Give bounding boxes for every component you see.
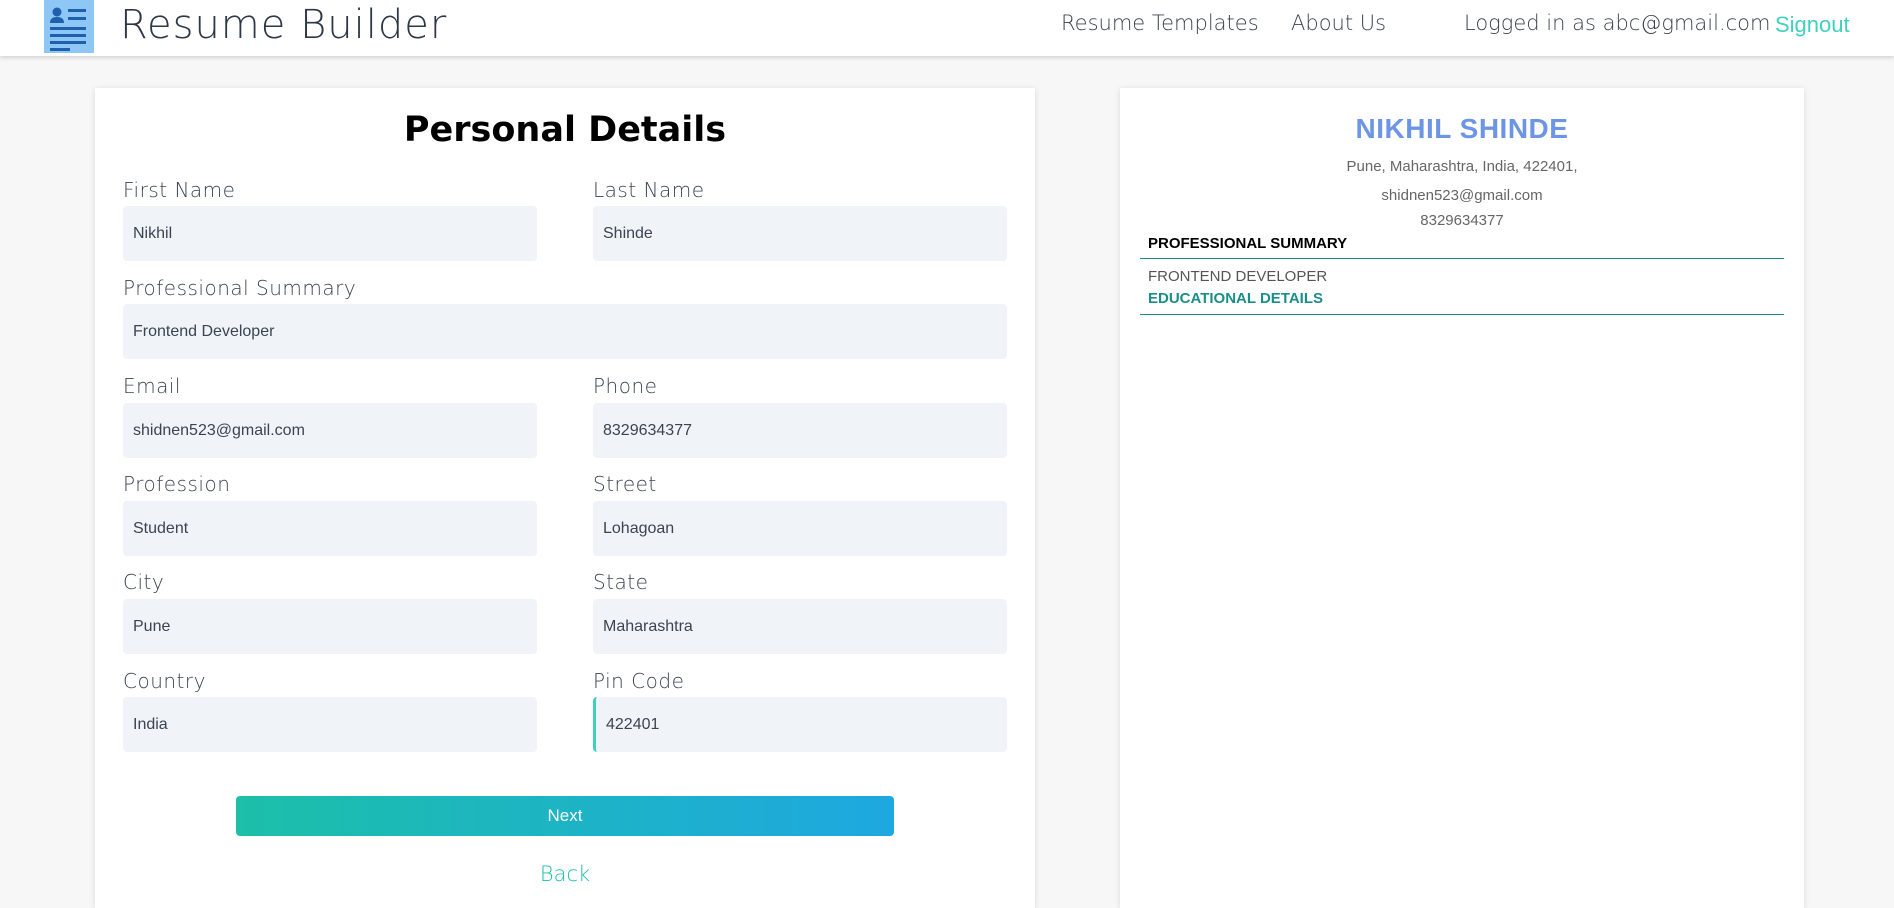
email-label: Email <box>123 374 181 398</box>
city-input[interactable] <box>123 599 537 654</box>
preview-summary-heading: PROFESSIONAL SUMMARY <box>1148 235 1348 252</box>
next-button[interactable]: Next <box>236 796 894 836</box>
preview-phone: 8329634377 <box>1420 212 1504 229</box>
phone-label: Phone <box>593 374 658 398</box>
last-name-label: Last Name <box>593 178 705 202</box>
nav-resume-templates[interactable]: Resume Templates <box>1061 11 1259 35</box>
last-name-input[interactable] <box>593 206 1007 261</box>
preview-summary-text: FRONTEND DEVELOPER <box>1148 268 1328 285</box>
pin-code-input[interactable] <box>593 697 1007 752</box>
resume-preview <box>1120 88 1804 908</box>
preview-divider <box>1140 258 1784 259</box>
email-input[interactable] <box>123 403 537 458</box>
city-label: City <box>123 570 165 594</box>
street-label: Street <box>593 472 657 496</box>
preview-education-heading: EDUCATIONAL DETAILS <box>1148 290 1323 307</box>
country-input[interactable] <box>123 697 537 752</box>
preview-address: Pune, Maharashtra, India, 422401, <box>1346 158 1578 175</box>
preview-divider <box>1140 314 1784 315</box>
signout-link[interactable]: Signout <box>1775 12 1850 38</box>
resume-document-icon[interactable] <box>44 0 94 53</box>
first-name-label: First Name <box>123 178 236 202</box>
form-title: Personal Details <box>403 110 727 150</box>
back-link[interactable]: Back <box>0 862 1130 886</box>
top-navbar: Resume Builder Resume Templates About Us… <box>0 0 1894 56</box>
state-label: State <box>593 570 649 594</box>
brand-title[interactable]: Resume Builder <box>120 2 447 48</box>
country-label: Country <box>123 669 206 693</box>
nav-about-us[interactable]: About Us <box>1291 11 1386 35</box>
first-name-input[interactable] <box>123 206 537 261</box>
preview-email: shidnen523@gmail.com <box>1381 187 1543 204</box>
summary-label: Professional Summary <box>123 276 357 300</box>
profession-label: Profession <box>123 472 231 496</box>
state-input[interactable] <box>593 599 1007 654</box>
summary-input[interactable] <box>123 304 1007 359</box>
logged-in-status: Logged in as abc@gmail.com <box>1464 11 1771 35</box>
street-input[interactable] <box>593 501 1007 556</box>
pin-code-label: Pin Code <box>593 669 685 693</box>
phone-input[interactable] <box>593 403 1007 458</box>
profession-input[interactable] <box>123 501 537 556</box>
preview-name: NIKHIL SHINDE <box>1355 113 1569 144</box>
